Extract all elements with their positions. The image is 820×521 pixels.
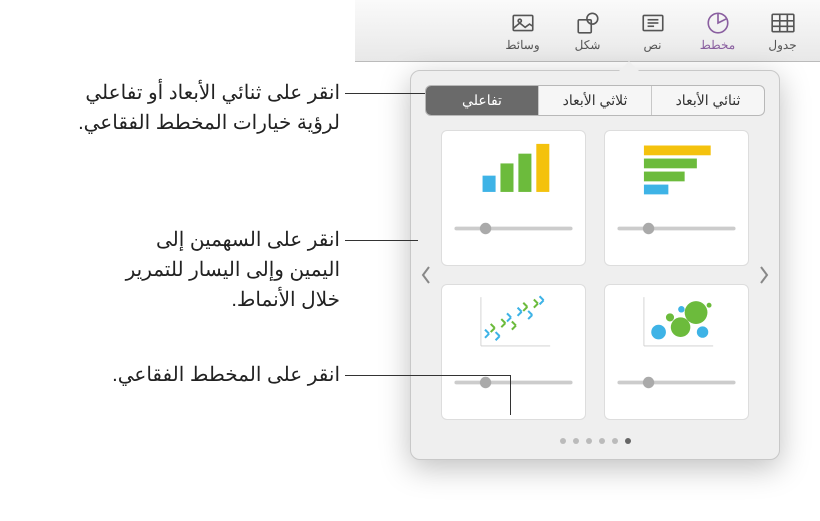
slider-icon [613, 354, 740, 411]
toolbar-item-chart[interactable]: مخطط [690, 10, 745, 52]
chart-icon [703, 10, 733, 36]
page-dot[interactable] [586, 438, 592, 444]
callout-line [510, 375, 511, 415]
segment-3d[interactable]: ثلاثي الأبعاد [538, 86, 651, 115]
chevron-left-icon[interactable] [416, 260, 436, 290]
bubble-thumb[interactable] [604, 284, 749, 420]
toolbar-item-media[interactable]: وسائط [495, 10, 550, 52]
bubble-icon [613, 293, 740, 350]
callout-text-2: انقر على السهمين إلى اليمين وإلى اليسار … [100, 225, 340, 315]
table-icon [768, 10, 798, 36]
text-icon [638, 10, 668, 36]
toolbar-item-table[interactable]: جدول [755, 10, 810, 52]
toolbar-item-text[interactable]: نص [625, 10, 680, 52]
slider-icon [613, 200, 740, 257]
callout-line [345, 93, 425, 94]
horizontal-bar-thumb[interactable] [604, 130, 749, 266]
slider-icon [450, 354, 577, 411]
callout-line [345, 375, 510, 376]
page-dots[interactable] [411, 438, 779, 444]
segmented-control: تفاعلي ثلاثي الأبعاد ثنائي الأبعاد [425, 85, 765, 116]
toolbar-label: شكل [575, 38, 601, 52]
callout-text-3: انقر على المخطط الفقاعي. [90, 360, 340, 390]
vertical-bar-thumb[interactable] [441, 130, 586, 266]
shape-icon [573, 10, 603, 36]
page-dot[interactable] [573, 438, 579, 444]
callout-text-1: انقر على ثنائي الأبعاد أو تفاعلي لرؤية خ… [60, 78, 340, 138]
segment-2d[interactable]: ثنائي الأبعاد [651, 86, 764, 115]
page-dot[interactable] [599, 438, 605, 444]
chart-grid-area [411, 130, 779, 420]
callout-line [345, 240, 418, 241]
segment-interactive[interactable]: تفاعلي [426, 86, 538, 115]
chart-grid [441, 130, 749, 420]
media-icon [508, 10, 538, 36]
page-dot[interactable] [560, 438, 566, 444]
toolbar-item-shape[interactable]: شكل [560, 10, 615, 52]
toolbar-label: نص [643, 38, 661, 52]
page-dot[interactable] [625, 438, 631, 444]
chart-popover: تفاعلي ثلاثي الأبعاد ثنائي الأبعاد [410, 70, 780, 460]
chevron-right-icon[interactable] [754, 260, 774, 290]
horizontal-bar-icon [613, 139, 740, 196]
toolbar: جدول مخطط نص شكل وسائط [355, 0, 820, 62]
scatter-icon [450, 293, 577, 350]
slider-icon [450, 200, 577, 257]
toolbar-label: جدول [768, 38, 796, 52]
vertical-bar-icon [450, 139, 577, 196]
toolbar-label: وسائط [505, 38, 539, 52]
scatter-thumb[interactable] [441, 284, 586, 420]
toolbar-label: مخطط [700, 38, 735, 52]
page-dot[interactable] [612, 438, 618, 444]
